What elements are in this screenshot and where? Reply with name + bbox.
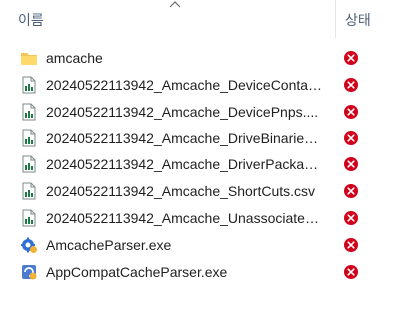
file-row-csv[interactable]: 20240522113942_Amcache_ShortCuts.csv bbox=[0, 178, 409, 204]
file-row-amcache-folder[interactable]: amcache bbox=[0, 45, 409, 71]
csv-file-icon bbox=[22, 129, 36, 147]
file-name: 20240522113942_Amcache_Unassociate… bbox=[46, 210, 319, 226]
csv-file-icon bbox=[22, 103, 36, 121]
error-icon bbox=[344, 105, 358, 119]
folder-icon bbox=[21, 53, 37, 65]
column-header-bar: 이름 상태 bbox=[0, 0, 409, 38]
file-name: 20240522113942_Amcache_DriveBinarie… bbox=[46, 130, 319, 146]
sort-ascending-icon bbox=[169, 1, 181, 8]
file-name: AmcacheParser.exe bbox=[46, 237, 172, 253]
file-row-csv[interactable]: 20240522113942_Amcache_DeviceConta… bbox=[0, 72, 409, 98]
error-icon bbox=[344, 211, 358, 225]
column-header-name[interactable]: 이름 bbox=[18, 10, 44, 30]
error-icon bbox=[344, 131, 358, 145]
file-row-csv[interactable]: 20240522113942_Amcache_DriveBinarie… bbox=[0, 125, 409, 151]
error-icon bbox=[344, 78, 358, 92]
file-row-exe[interactable]: AppCompatCacheParser.exe bbox=[0, 259, 409, 285]
exe-app-icon bbox=[21, 237, 37, 253]
file-name: 20240522113942_Amcache_DeviceConta… bbox=[46, 77, 323, 93]
csv-file-icon bbox=[22, 155, 36, 173]
file-row-csv[interactable]: 20240522113942_Amcache_DriverPacka… bbox=[0, 151, 409, 177]
file-name: 20240522113942_Amcache_DevicePnps.... bbox=[46, 104, 319, 120]
error-icon bbox=[344, 265, 358, 279]
error-icon bbox=[344, 184, 358, 198]
column-header-status[interactable]: 상태 bbox=[345, 10, 371, 30]
file-name: amcache bbox=[46, 50, 103, 66]
csv-file-icon bbox=[22, 76, 36, 94]
file-row-csv[interactable]: 20240522113942_Amcache_Unassociate… bbox=[0, 205, 409, 231]
csv-file-icon bbox=[22, 209, 36, 227]
file-row-csv[interactable]: 20240522113942_Amcache_DevicePnps.... bbox=[0, 99, 409, 125]
exe-app-icon bbox=[22, 265, 37, 280]
file-name: AppCompatCacheParser.exe bbox=[46, 264, 228, 280]
csv-file-icon bbox=[22, 182, 36, 200]
column-divider[interactable] bbox=[335, 0, 336, 38]
error-icon bbox=[344, 238, 358, 252]
file-name: 20240522113942_Amcache_ShortCuts.csv bbox=[46, 183, 316, 199]
error-icon bbox=[344, 157, 358, 171]
file-row-exe[interactable]: AmcacheParser.exe bbox=[0, 232, 409, 258]
file-name: 20240522113942_Amcache_DriverPacka… bbox=[46, 156, 319, 172]
error-icon bbox=[344, 51, 358, 65]
